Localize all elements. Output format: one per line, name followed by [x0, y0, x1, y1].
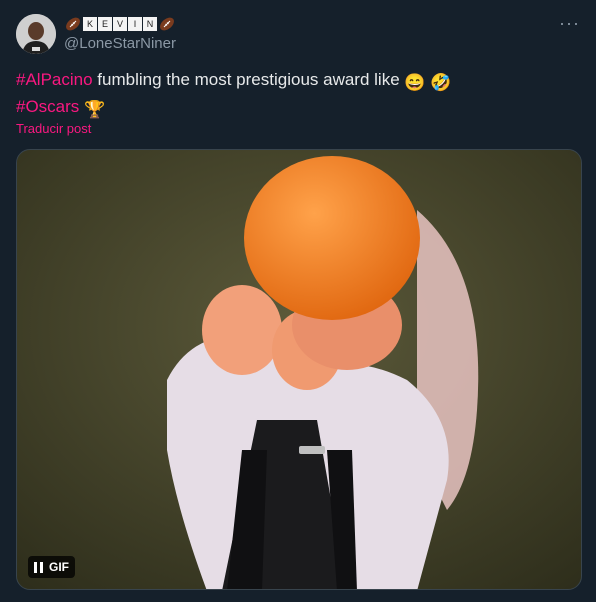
name-letter: V: [113, 17, 127, 31]
translate-post-link[interactable]: Traducir post: [16, 121, 91, 136]
pause-icon[interactable]: [34, 561, 43, 573]
avatar[interactable]: [16, 14, 56, 54]
tweet-body-text: fumbling the most prestigious award like: [92, 70, 405, 89]
display-name-letters: K E V I N: [83, 17, 157, 31]
name-letter: E: [98, 17, 112, 31]
name-letter: I: [128, 17, 142, 31]
display-name[interactable]: K E V I N: [64, 14, 176, 34]
author-block: K E V I N @LoneStarNiner: [64, 14, 176, 54]
name-letter: N: [143, 17, 157, 31]
user-handle[interactable]: @LoneStarNiner: [64, 34, 176, 54]
tweet-card: K E V I N @LoneStarNiner ··· #AlPacino f…: [0, 0, 596, 602]
grinning-face-emoji: 😄: [404, 73, 426, 92]
american-football-icon: [64, 15, 82, 33]
gif-controls: GIF: [28, 556, 75, 578]
rolling-laughing-emoji: 🤣: [430, 73, 452, 92]
hashtag-link[interactable]: #Oscars: [16, 97, 79, 116]
trophy-emoji: 🏆: [84, 100, 106, 119]
gif-media[interactable]: [16, 149, 582, 590]
american-football-icon: [158, 15, 176, 33]
gif-frame-image: [17, 150, 581, 589]
more-options-icon[interactable]: ···: [559, 14, 580, 32]
hashtag-link[interactable]: #AlPacino: [16, 70, 93, 89]
gif-badge: GIF: [49, 560, 69, 574]
name-letter: K: [83, 17, 97, 31]
tweet-text: #AlPacino fumbling the most prestigious …: [16, 68, 576, 122]
